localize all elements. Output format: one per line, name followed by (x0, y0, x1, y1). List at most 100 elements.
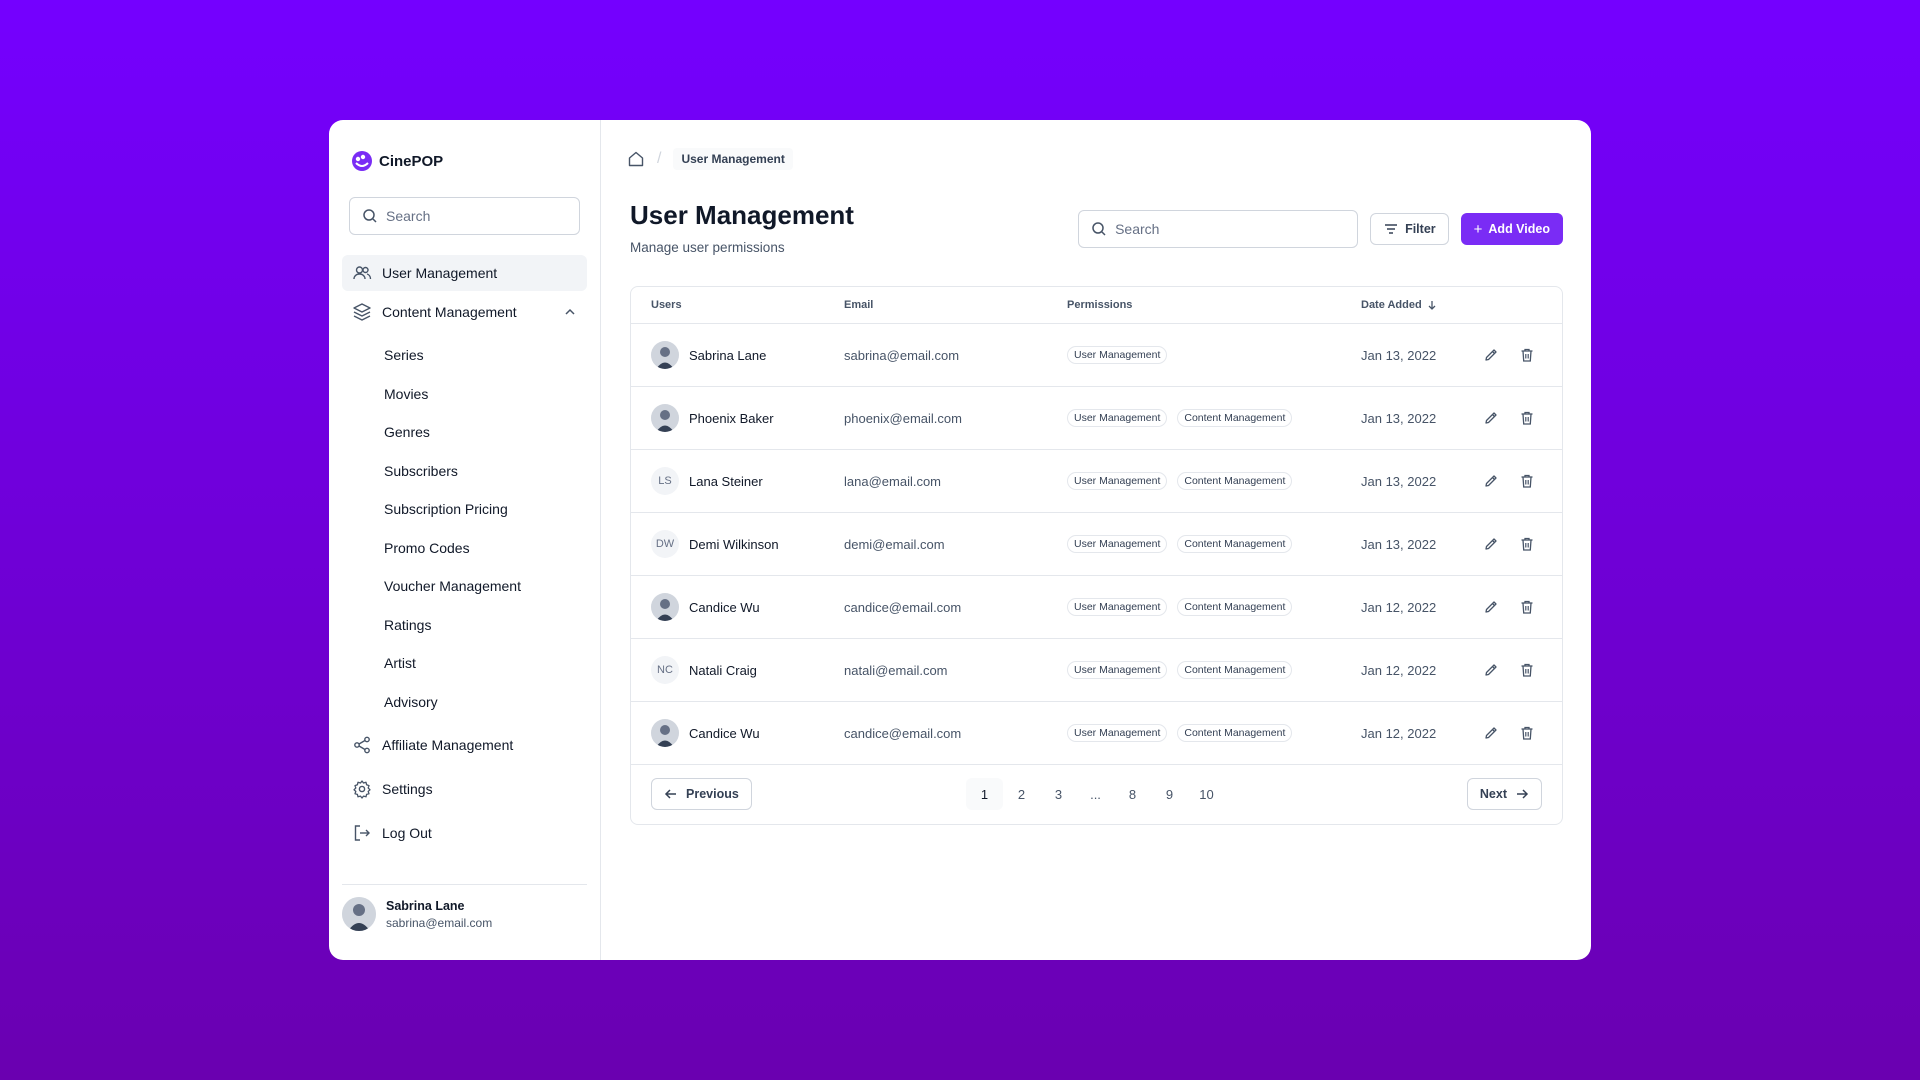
sidebar-item-content-management[interactable]: Content Management (342, 294, 587, 330)
row-actions (1483, 725, 1535, 741)
edit-icon[interactable] (1483, 473, 1499, 489)
table-row[interactable]: NC Natali Craig natali@email.com User Manag… (631, 639, 1562, 702)
arrow-down-icon (1428, 301, 1436, 310)
page-number[interactable]: 8 (1114, 778, 1151, 810)
user-cell: Candice Wu (651, 593, 760, 621)
permissions-cell: User Management Content Management (1067, 598, 1293, 616)
trash-icon[interactable] (1519, 662, 1535, 678)
next-label: Next (1479, 787, 1507, 801)
arrow-left-icon (664, 789, 676, 799)
edit-icon[interactable] (1483, 347, 1499, 363)
permissions-cell: User Management Content Management (1067, 724, 1293, 742)
permission-badge: Content Management (1177, 535, 1293, 553)
add-video-label: Add Video (1488, 222, 1550, 236)
sidebar-item-settings[interactable]: Settings (342, 769, 587, 809)
page-number[interactable]: 10 (1188, 778, 1225, 810)
sidebar-subitem-promo-codes[interactable]: Promo Codes (342, 529, 587, 568)
row-actions (1483, 473, 1535, 489)
permission-badge: User Management (1067, 472, 1168, 490)
edit-icon[interactable] (1483, 662, 1499, 678)
user-email: sabrina@email.com (844, 347, 960, 363)
trash-icon[interactable] (1519, 410, 1535, 426)
filter-button[interactable]: Filter (1370, 213, 1449, 245)
sidebar-subitem-ratings[interactable]: Ratings (342, 606, 587, 645)
trash-icon[interactable] (1519, 473, 1535, 489)
trash-icon[interactable] (1519, 536, 1535, 552)
date-added: Jan 13, 2022 (1361, 536, 1437, 552)
table-row[interactable]: Candice Wu candice@email.com User Manageme… (631, 702, 1562, 765)
breadcrumb: / User Management (627, 148, 793, 170)
sidebar-item-affiliate-management[interactable]: Affiliate Management (342, 725, 587, 765)
table-row[interactable]: Candice Wu candice@email.com User Manageme… (631, 576, 1562, 639)
logout-button[interactable]: Log Out (342, 813, 587, 853)
page-number[interactable]: 1 (966, 778, 1003, 810)
avatar: NC (651, 656, 679, 684)
permissions-cell: User Management Content Management (1067, 472, 1293, 490)
sidebar-subitem-movies[interactable]: Movies (342, 375, 587, 414)
edit-icon[interactable] (1483, 536, 1499, 552)
breadcrumb-current[interactable]: User Management (673, 148, 793, 170)
page-number[interactable]: 3 (1040, 778, 1077, 810)
sidebar-search-input[interactable]: Search (349, 197, 580, 235)
user-cell: Candice Wu (651, 719, 760, 747)
sidebar-subitem-series[interactable]: Series (342, 336, 587, 375)
table-row[interactable]: DW Demi Wilkinson demi@email.com User Manag… (631, 513, 1562, 576)
main-content: / User Management User Management Manage… (601, 120, 1591, 960)
edit-icon[interactable] (1483, 410, 1499, 426)
sidebar-item-label: Affiliate Management (382, 737, 514, 753)
sidebar-item-user-management[interactable]: User Management (342, 255, 587, 291)
cinepop-logo-icon (352, 151, 372, 171)
user-email: natali@email.com (844, 662, 948, 678)
table-row[interactable]: LS Lana Steiner lana@email.com User Managem… (631, 450, 1562, 513)
column-header-users[interactable]: Users (651, 299, 682, 311)
page-numbers: 1 2 3... 8 9 10 (966, 778, 1225, 810)
permission-badge: Content Management (1177, 598, 1293, 616)
page-number[interactable]: 2 (1003, 778, 1040, 810)
sidebar-subitem-genres[interactable]: Genres (342, 413, 587, 452)
user-cell: Sabrina Lane (651, 341, 766, 369)
sidebar-subitem-artist[interactable]: Artist (342, 644, 587, 683)
avatar-initials: LS (658, 475, 672, 487)
current-user[interactable]: Sabrina Lane sabrina@email.com (342, 897, 492, 931)
column-header-permissions[interactable]: Permissions (1067, 299, 1132, 311)
table-row[interactable]: Phoenix Baker phoenix@email.com User Manag… (631, 387, 1562, 450)
permissions-cell: User Management (1067, 346, 1168, 364)
layers-icon (353, 303, 371, 321)
sidebar-search-placeholder: Search (386, 208, 431, 224)
avatar (342, 897, 376, 931)
avatar (651, 341, 679, 369)
current-user-name: Sabrina Lane (386, 898, 465, 913)
trash-icon[interactable] (1519, 725, 1535, 741)
add-video-button[interactable]: + Add Video (1460, 213, 1563, 245)
home-icon[interactable] (627, 150, 645, 168)
gear-icon (353, 780, 371, 799)
previous-page-button[interactable]: Previous (651, 778, 752, 810)
next-page-button[interactable]: Next (1466, 778, 1542, 810)
user-email: candice@email.com (844, 725, 962, 741)
page-number[interactable]: 9 (1151, 778, 1188, 810)
avatar (651, 593, 679, 621)
column-header-email[interactable]: Email (844, 299, 873, 311)
app-name: CinePOP (379, 152, 444, 170)
sidebar-divider (342, 884, 587, 885)
user-name: Natali Craig (689, 662, 757, 678)
sidebar-subitem-advisory[interactable]: Advisory (342, 683, 587, 722)
trash-icon[interactable] (1519, 599, 1535, 615)
permission-badge: Content Management (1177, 409, 1293, 427)
edit-icon[interactable] (1483, 599, 1499, 615)
avatar-initials: NC (657, 664, 673, 676)
column-header-date-added[interactable]: Date Added (1361, 299, 1437, 311)
sidebar-subitem-subscription-pricing[interactable]: Subscription Pricing (342, 490, 587, 529)
table-row[interactable]: Sabrina Lane sabrina@email.com User Manage… (631, 324, 1562, 387)
sidebar-subitem-voucher-management[interactable]: Voucher Management (342, 567, 587, 606)
trash-icon[interactable] (1519, 347, 1535, 363)
search-input[interactable]: Search (1078, 210, 1359, 248)
pagination: Previous 1 2 3... 8 9 10 Next (631, 765, 1562, 823)
sidebar-subitem-subscribers[interactable]: Subscribers (342, 452, 587, 491)
edit-icon[interactable] (1483, 725, 1499, 741)
chevron-up-icon[interactable] (563, 305, 577, 319)
arrow-right-icon (1517, 789, 1529, 799)
logout-icon (354, 825, 370, 841)
sidebar-nav: User Management Content Management Serie… (342, 255, 587, 853)
logo[interactable]: CinePOP (342, 148, 587, 174)
